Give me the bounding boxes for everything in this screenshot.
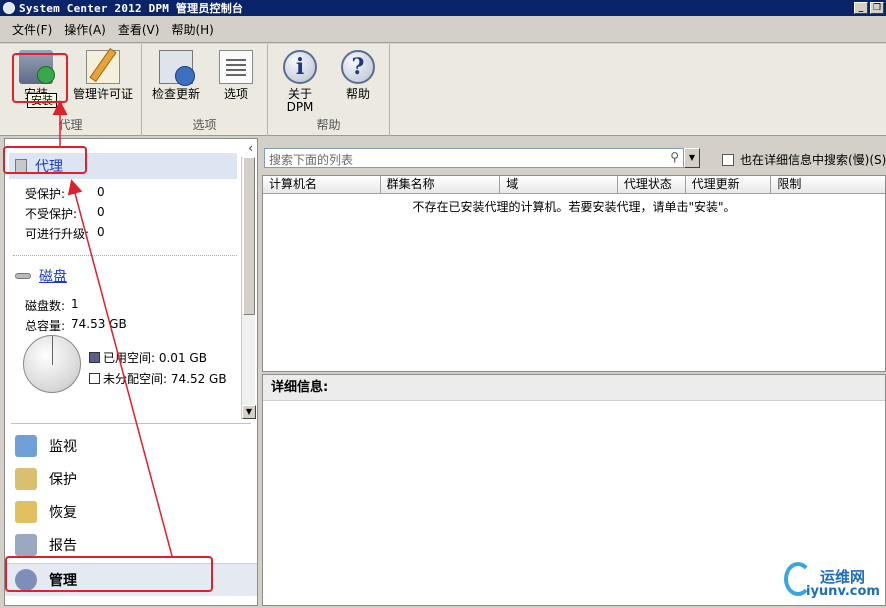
about-dpm-label: 关于 DPM [286,87,314,114]
nav-protect[interactable]: 保护 [5,462,257,495]
nav-protect-label: 保护 [49,471,77,488]
app-icon [3,2,15,14]
search-dropdown-button[interactable]: ▼ [684,148,700,168]
recover-icon [15,500,37,523]
disk-total-label: 总容量: [25,319,66,333]
menu-file[interactable]: 文件(F) [12,21,52,38]
license-icon [86,50,120,84]
column-domain[interactable]: 域 [500,176,618,194]
legend-unallocated: 未分配空间: 74.52 GB [89,370,227,387]
disk-count-row: 磁盘数: 1 [25,297,79,314]
nav-recover[interactable]: 恢复 [5,495,257,528]
ribbon-group-help: i 关于 DPM ? 帮助 帮助 [268,44,390,136]
nav-report-label: 报告 [49,537,77,554]
legend-used: 已用空间: 0.01 GB [89,349,207,366]
column-agent-update[interactable]: 代理更新 [686,176,772,194]
title-bar: System Center 2012 DPM 管理员控制台 _ ❐ [0,0,886,16]
options-button[interactable]: 选项 [206,48,266,110]
details-title: 详细信息: [263,375,885,401]
search-placeholder: 搜索下面的列表 [269,153,354,167]
ribbon-group-options: 检查更新 选项 选项 [142,44,268,136]
divider [13,255,237,256]
disks-section-header: 磁盘 [9,263,237,289]
about-dpm-button[interactable]: i 关于 DPM [270,48,330,114]
report-icon [15,533,37,556]
legend-used-label: 已用空间: 0.01 GB [103,351,207,365]
restore-button[interactable]: ❐ [870,2,884,14]
detail-search-option[interactable]: 也在详细信息中搜索(慢)(S) [722,151,886,168]
nav-monitor[interactable]: 监视 [5,429,257,462]
agents-unprotected-value: 0 [97,205,105,219]
about-icon: i [283,50,317,84]
minimize-button[interactable]: _ [854,2,868,14]
disk-icon [15,273,31,279]
nav-recover-label: 恢复 [49,504,77,521]
agents-protected-row: 受保护: 0 [25,185,105,202]
disks-link[interactable]: 磁盘 [39,266,67,286]
agents-protected-label: 受保护: [25,187,66,201]
disk-count-value: 1 [71,297,79,311]
agents-upgradable-value: 0 [97,225,105,239]
disk-total-value: 74.53 GB [71,317,127,331]
monitor-icon [15,434,37,457]
agents-unprotected-label: 不受保护: [25,207,78,221]
help-icon: ? [341,50,375,84]
agents-grid: 计算机名 群集名称 域 代理状态 代理更新 限制 不存在已安装代理的计算机。若要… [262,175,886,372]
watermark-logo: 运维网 iyunv.com [784,560,884,604]
column-agent-status[interactable]: 代理状态 [618,176,686,194]
empty-message: 不存在已安装代理的计算机。若要安装代理，请单击"安装"。 [412,200,736,214]
search-icon[interactable]: ⚲ [670,150,679,164]
collapse-pane-icon[interactable]: ‹ [248,141,253,155]
annotation-box-install [12,53,68,103]
pane-splitter[interactable] [11,423,251,426]
menu-view[interactable]: 查看(V) [118,21,160,38]
menu-help[interactable]: 帮助(H) [171,21,213,38]
disk-usage-pie [23,335,81,393]
navigation-pane: ‹ 代理 受保护: 0 不受保护: 0 可进行升级: 0 磁盘 磁盘数: 1 总… [4,138,258,606]
scroll-thumb[interactable] [243,157,255,315]
ribbon-group-label-agents: 代理 [58,118,83,132]
column-limit[interactable]: 限制 [771,176,885,194]
agents-protected-value: 0 [97,185,105,199]
agents-upgradable-row: 可进行升级: 0 [25,225,105,242]
protect-icon [15,467,37,490]
legend-used-swatch [89,352,100,363]
ribbon: 安装 管理许可证 代理 检查更新 选项 选项 i 关于 DPM ? 帮助 帮助 [0,44,886,136]
help-button[interactable]: ? 帮助 [328,48,388,110]
summary-scrollbar[interactable]: ▼ [241,157,256,419]
nav-monitor-label: 监视 [49,438,77,455]
detail-search-label: 也在详细信息中搜索(慢)(S) [740,153,886,167]
scroll-down-button[interactable]: ▼ [242,405,256,419]
check-update-icon [159,50,195,86]
detail-search-checkbox[interactable] [722,153,734,166]
menu-action[interactable]: 操作(A) [64,21,106,38]
annotation-box-manage [5,556,213,592]
search-input[interactable]: 搜索下面的列表 ⚲ [264,148,684,168]
legend-unallocated-swatch [89,373,100,384]
column-cluster-name[interactable]: 群集名称 [381,176,501,194]
ribbon-group-label-options: 选项 [192,118,217,132]
grid-header: 计算机名 群集名称 域 代理状态 代理更新 限制 [263,176,885,194]
check-update-button[interactable]: 检查更新 [146,48,206,110]
column-computer-name[interactable]: 计算机名 [263,176,381,194]
legend-unallocated-label: 未分配空间: 74.52 GB [103,372,227,386]
watermark-line2: iyunv.com [806,584,880,599]
disk-count-label: 磁盘数: [25,299,66,313]
help-label: 帮助 [345,87,370,101]
summary-area: ‹ 代理 受保护: 0 不受保护: 0 可进行升级: 0 磁盘 磁盘数: 1 总… [5,139,257,419]
agents-upgradable-label: 可进行升级: [25,227,90,241]
options-icon [219,50,253,84]
manage-license-label: 管理许可证 [72,87,133,101]
agents-unprotected-row: 不受保护: 0 [25,205,105,222]
menu-bar: 文件(F) 操作(A) 查看(V) 帮助(H) [0,17,886,43]
annotation-box-agents [3,146,87,174]
check-update-label: 检查更新 [151,87,200,101]
content-pane: 搜索下面的列表 ⚲ ▼ 也在详细信息中搜索(慢)(S) 计算机名 群集名称 域 … [262,138,886,606]
options-label: 选项 [223,87,248,101]
manage-license-button[interactable]: 管理许可证 [70,48,136,110]
disk-total-row: 总容量: 74.53 GB [25,317,127,334]
ribbon-group-label-help: 帮助 [316,118,341,132]
window-title: System Center 2012 DPM 管理员控制台 [19,2,244,15]
